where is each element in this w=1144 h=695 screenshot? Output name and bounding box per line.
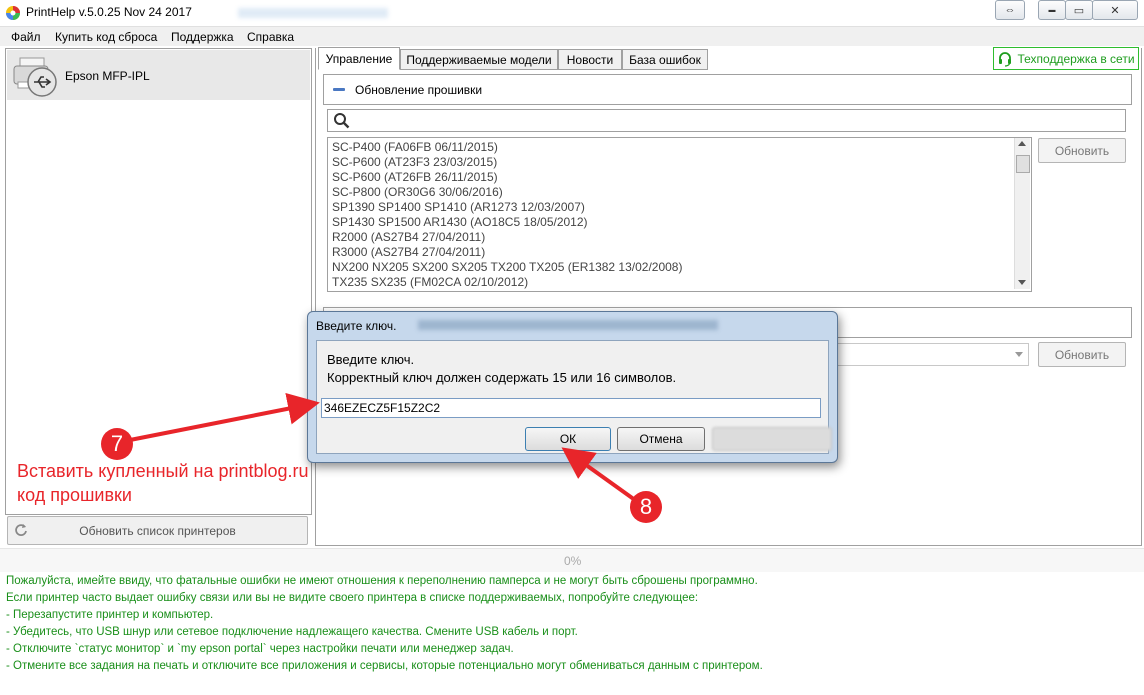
key-input[interactable] [321, 398, 821, 418]
log-line: - Отмените все задания на печать и отклю… [6, 660, 763, 672]
scroll-up-arrow-icon[interactable] [1018, 141, 1026, 146]
menu-bar: Файл Купить код сброса Поддержка Справка [0, 27, 1144, 46]
scroll-thumb[interactable] [1016, 155, 1030, 173]
collapse-icon[interactable] [333, 88, 345, 91]
firmware-section-header[interactable]: Обновление прошивки [323, 74, 1132, 105]
minimize-button[interactable]: ▬ [1038, 0, 1066, 20]
refresh-printers-label: Обновить список принтеров [79, 523, 236, 538]
blurred-region [238, 8, 388, 18]
annotation-line: код прошивки [17, 485, 132, 505]
window-title: PrintHelp v.5.0.25 Nov 24 2017 [26, 5, 192, 19]
log-line: - Убедитесь, что USB шнур или сетевое по… [6, 626, 578, 638]
printer-list-item[interactable]: Epson MFP-IPL [7, 50, 310, 100]
list-item[interactable]: R3000 (AS27B4 27/04/2011) [332, 245, 485, 259]
chevron-down-icon [1015, 352, 1023, 357]
scroll-down-arrow-icon[interactable] [1018, 280, 1026, 285]
menu-file[interactable]: Файл [11, 30, 41, 44]
log-line: - Перезапустите принтер и компьютер. [6, 609, 214, 621]
printhelp-logo-icon [6, 6, 20, 20]
printer-name: Epson MFP-IPL [65, 69, 150, 83]
online-support-button[interactable]: Техподдержка в сети [993, 47, 1139, 70]
blurred-region [418, 320, 718, 330]
dialog-prompt: Введите ключ. [327, 352, 415, 367]
annotation-text: Вставить купленный на printblog.ru код п… [17, 459, 309, 507]
list-item[interactable]: TX235 SX235 (FM02CA 02/10/2012) [332, 275, 528, 289]
list-item[interactable]: NX200 NX205 SX200 SX205 TX200 TX205 (ER1… [332, 260, 682, 274]
ok-button[interactable]: ОК [525, 427, 611, 451]
close-button[interactable]: ✕ [1092, 0, 1138, 20]
list-item[interactable]: R2000 (AS27B4 27/04/2011) [332, 230, 485, 244]
log-line: Если принтер часто выдает ошибку связи и… [6, 592, 699, 604]
annotation-line: Вставить купленный на printblog.ru [17, 461, 309, 481]
menu-help[interactable]: Справка [247, 30, 294, 44]
progress-percent: 0% [564, 554, 582, 568]
enter-key-dialog: Введите ключ. Введите ключ. Корректный к… [307, 311, 838, 463]
step-7-badge: 7 [101, 428, 133, 460]
online-support-label: Техподдержка в сети [1017, 51, 1135, 66]
dialog-hint: Корректный ключ должен содержать 15 или … [327, 370, 677, 385]
log-panel: Пожалуйста, имейте ввиду, что фатальные … [0, 572, 1144, 695]
refresh-printers-button[interactable]: Обновить список принтеров [7, 516, 308, 545]
firmware-section-title: Обновление прошивки [355, 83, 483, 97]
list-item[interactable]: SC-P800 (OR30G6 30/06/2016) [332, 185, 503, 199]
list-item[interactable]: SC-P600 (AT23F3 23/03/2015) [332, 155, 497, 169]
second-section-dropdown[interactable] [827, 343, 1029, 366]
log-line: Пожалуйста, имейте ввиду, что фатальные … [6, 575, 758, 587]
restore-icon: ⇔ [1004, 4, 1016, 16]
log-line: - Отключите `статус монитор` и `my epson… [6, 643, 514, 655]
restore-window-button[interactable]: ⇔ [995, 0, 1025, 20]
close-icon: ✕ [1110, 4, 1120, 17]
tab-supported-models[interactable]: Поддерживаемые модели [400, 49, 558, 70]
dialog-title: Введите ключ. [316, 319, 397, 333]
menu-buy-reset-code[interactable]: Купить код сброса [55, 30, 157, 44]
list-item[interactable]: SP1430 SP1500 AR1430 (AO18C5 18/05/2012) [332, 215, 588, 229]
step-8-badge: 8 [630, 491, 662, 523]
refresh-icon [15, 524, 27, 536]
tab-error-database[interactable]: База ошибок [622, 49, 708, 70]
list-item[interactable]: SC-P400 (FA06FB 06/11/2015) [332, 140, 498, 154]
headset-icon [999, 51, 1012, 67]
search-icon [334, 113, 350, 129]
firmware-update-button[interactable]: Обновить [1038, 138, 1126, 163]
usb-printer-icon [13, 57, 57, 97]
cancel-button[interactable]: Отмена [617, 427, 705, 451]
list-item[interactable]: SP1390 SP1400 SP1410 (AR1273 12/03/2007) [332, 200, 585, 214]
maximize-icon: ▭ [1073, 4, 1085, 17]
list-item[interactable]: SC-P600 (AT26FB 26/11/2015) [332, 170, 498, 184]
blurred-button[interactable] [712, 427, 832, 451]
minimize-icon: ▬ [1048, 6, 1056, 14]
maximize-button[interactable]: ▭ [1065, 0, 1093, 20]
search-input[interactable] [327, 109, 1126, 132]
title-bar: PrintHelp v.5.0.25 Nov 24 2017 ⇔ ▬ ▭ ✕ [0, 0, 1144, 27]
dialog-body: Введите ключ. Корректный ключ должен сод… [316, 340, 832, 454]
tab-news[interactable]: Новости [558, 49, 622, 70]
menu-support[interactable]: Поддержка [171, 30, 234, 44]
firmware-list[interactable]: SC-P400 (FA06FB 06/11/2015) SC-P600 (AT2… [327, 137, 1032, 292]
list-scrollbar[interactable] [1014, 138, 1030, 289]
tab-management[interactable]: Управление [318, 47, 400, 70]
second-update-button[interactable]: Обновить [1038, 342, 1126, 367]
printer-list: Epson MFP-IPL [5, 48, 312, 515]
